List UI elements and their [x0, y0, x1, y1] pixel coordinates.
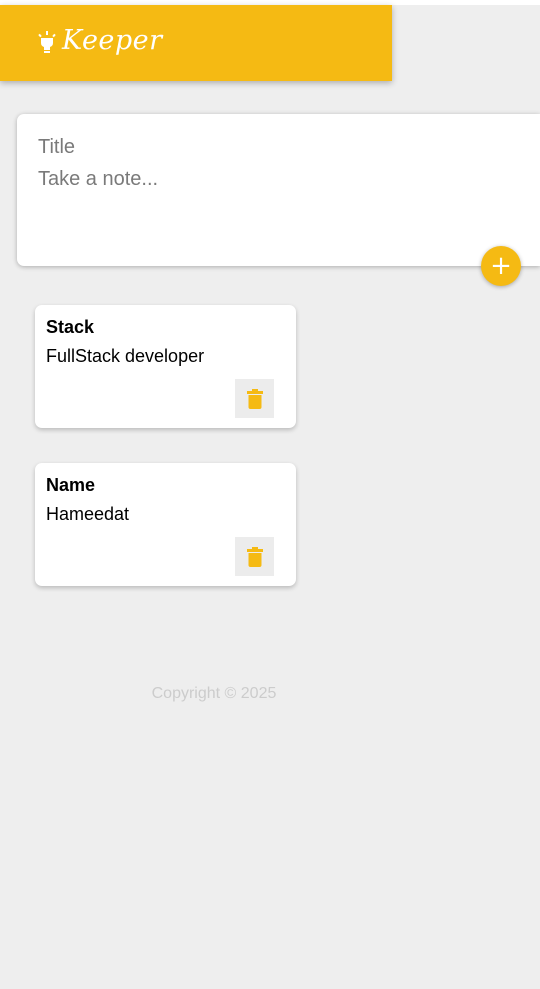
- delete-note-button[interactable]: [235, 379, 274, 418]
- add-note-button[interactable]: +: [481, 246, 521, 286]
- note-title: Name: [46, 475, 96, 495]
- create-note-form: [17, 114, 540, 266]
- footer: Copyright © 2025: [0, 685, 428, 703]
- note-title: Stack: [46, 317, 95, 337]
- note-title-input[interactable]: [38, 134, 498, 160]
- note-card: Name Hameedat: [35, 463, 296, 586]
- delete-note-button[interactable]: [235, 537, 274, 576]
- note-content: Hameedat: [46, 504, 130, 524]
- app-title: Keeper: [62, 25, 163, 56]
- note-card: Stack FullStack developer: [35, 305, 296, 428]
- copyright-text: Copyright © 2025: [151, 685, 277, 702]
- trash-icon: [246, 546, 263, 567]
- note-content: FullStack developer: [46, 346, 205, 366]
- plus-icon: +: [490, 251, 512, 281]
- lightbulb-icon: [38, 31, 56, 53]
- app-header: Keeper: [0, 5, 392, 81]
- note-content-input[interactable]: [38, 168, 498, 248]
- trash-icon: [246, 388, 263, 409]
